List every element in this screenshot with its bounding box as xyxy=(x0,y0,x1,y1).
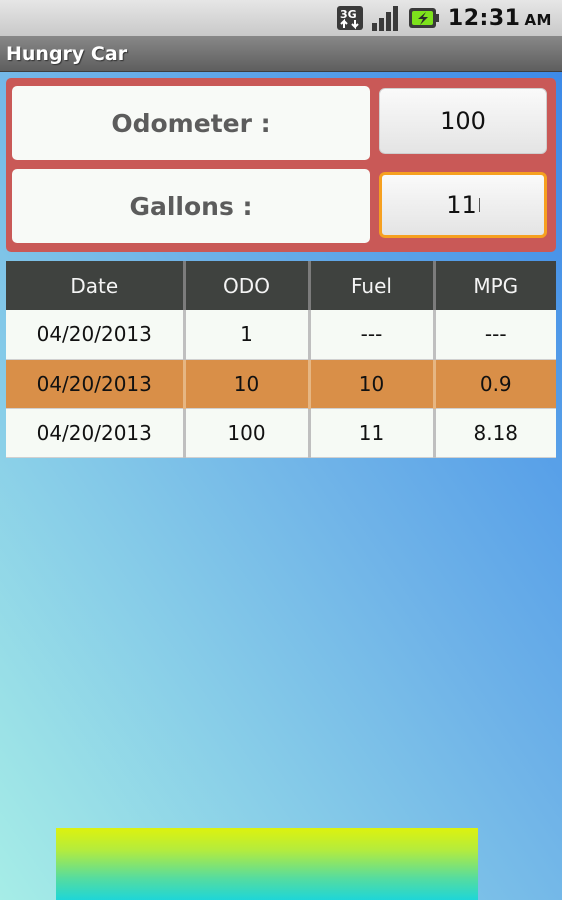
column-header-odo: ODO xyxy=(184,261,311,310)
cell-odo: 10 xyxy=(184,359,311,409)
odometer-input[interactable]: 100 xyxy=(379,88,547,154)
cell-mpg: 8.18 xyxy=(434,408,556,458)
cell-date: 04/20/2013 xyxy=(6,359,186,409)
signal-strength-icon xyxy=(371,4,401,32)
text-cursor xyxy=(478,198,480,212)
clock-ampm: AM xyxy=(524,10,552,29)
ad-banner[interactable] xyxy=(56,828,478,900)
svg-text:3G: 3G xyxy=(340,8,357,21)
cell-date: 04/20/2013 xyxy=(6,310,186,360)
table-row[interactable]: 04/20/2013 100 11 8.18 xyxy=(6,408,556,458)
cell-odo: 1 xyxy=(184,310,311,360)
cell-mpg: 0.9 xyxy=(434,359,556,409)
input-panel: Odometer : 100 Gallons : 11 xyxy=(6,78,556,252)
3g-data-icon: 3G xyxy=(336,4,364,32)
cell-odo: 100 xyxy=(184,408,311,458)
status-bar: 3G 12:31 AM xyxy=(0,0,562,36)
gallons-input[interactable]: 11 xyxy=(379,172,547,238)
cell-fuel: 10 xyxy=(309,359,436,409)
cell-fuel: --- xyxy=(309,310,436,360)
odometer-input-value: 100 xyxy=(440,107,486,135)
table-header-row: Date ODO Fuel MPG xyxy=(6,261,556,310)
column-header-mpg: MPG xyxy=(434,261,556,310)
cell-mpg: --- xyxy=(434,310,556,360)
gallons-label: Gallons : xyxy=(12,169,370,243)
app-title-bar: Hungry Car xyxy=(0,36,562,72)
column-header-fuel: Fuel xyxy=(309,261,436,310)
clock: 12:31 AM xyxy=(448,6,552,31)
battery-charging-icon xyxy=(408,4,440,32)
mileage-table: Date ODO Fuel MPG 04/20/2013 1 --- --- 0… xyxy=(6,261,556,458)
clock-time: 12:31 xyxy=(447,5,521,31)
app-title: Hungry Car xyxy=(6,42,128,65)
cell-fuel: 11 xyxy=(309,408,436,458)
odometer-label: Odometer : xyxy=(12,86,370,160)
gallons-input-value: 11 xyxy=(446,191,477,219)
table-row[interactable]: 04/20/2013 1 --- --- xyxy=(6,310,556,360)
main-content: Odometer : 100 Gallons : 11 Date ODO Fue… xyxy=(0,72,562,900)
cell-date: 04/20/2013 xyxy=(6,408,186,458)
column-header-date: Date xyxy=(6,261,186,310)
table-row-selected[interactable]: 04/20/2013 10 10 0.9 xyxy=(6,359,556,409)
